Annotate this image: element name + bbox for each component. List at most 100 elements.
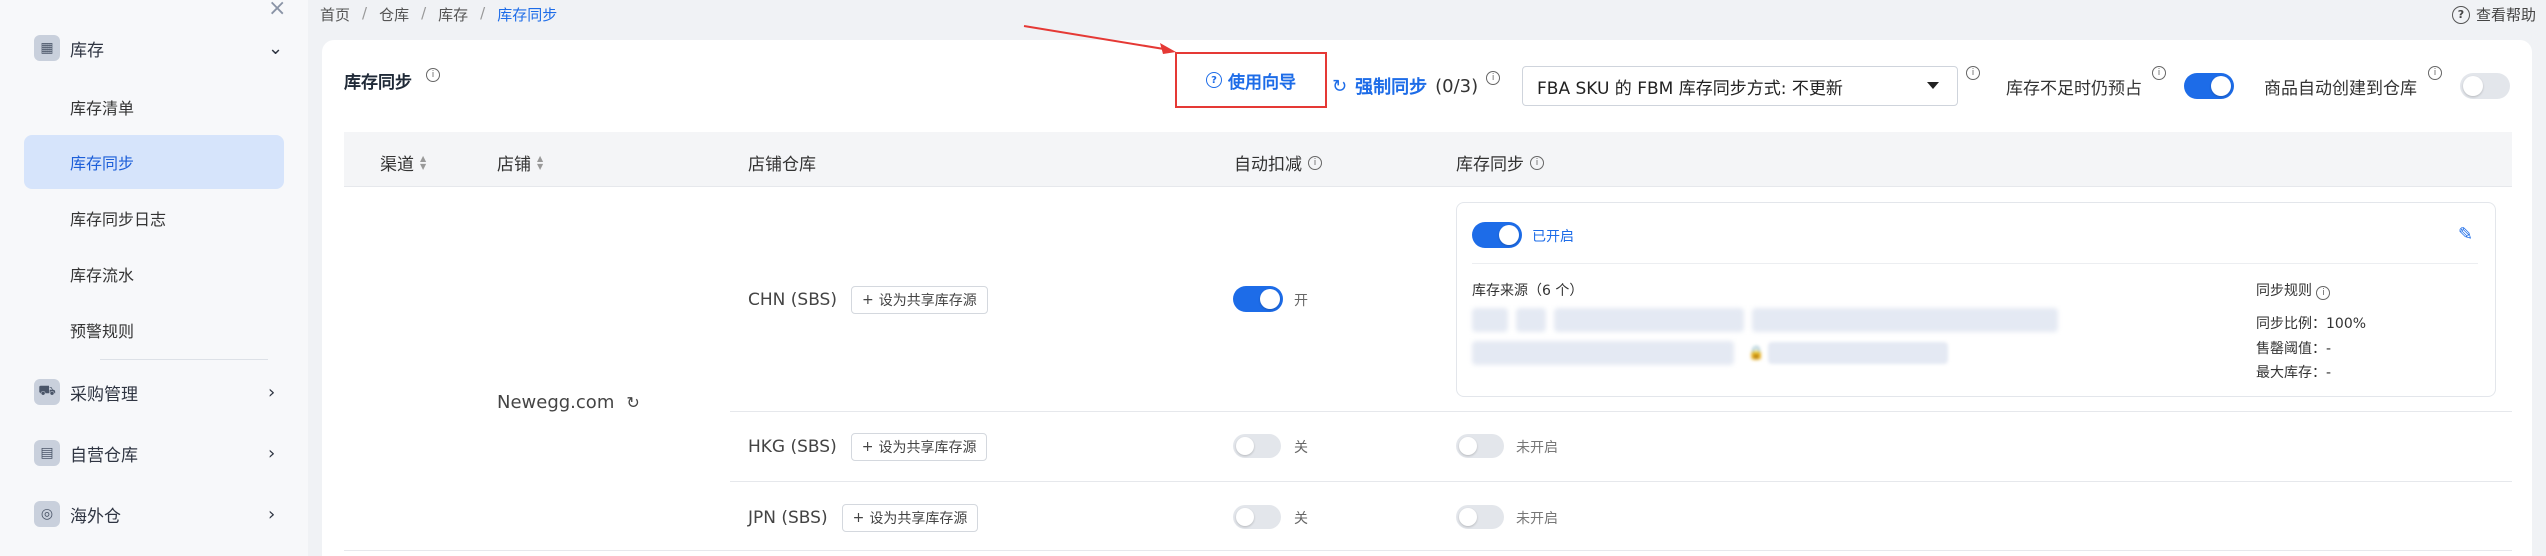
column-channel[interactable]: 渠道 ▲ ▼: [380, 150, 426, 175]
column-store-warehouse: 店铺仓库: [748, 150, 816, 175]
breadcrumb-separator: /: [480, 4, 486, 22]
preoccupy-toggle[interactable]: [2184, 73, 2234, 99]
column-auto-deduct: 自动扣减 i: [1234, 150, 1322, 175]
sidebar-item-label: 库存同步日志: [70, 210, 167, 229]
table-row-jpn: JPN (SBS) + 设为共享库存源: [748, 504, 979, 532]
breadcrumb: 首页 / 仓库 / 库存 / 库存同步: [320, 4, 557, 25]
info-icon[interactable]: i: [426, 68, 440, 82]
set-shared-source-button[interactable]: + 设为共享库存源: [850, 433, 988, 461]
caret-down-icon: [1927, 82, 1939, 89]
store-cell: Newegg.com ↻: [497, 392, 640, 413]
plus-icon: +: [861, 292, 874, 308]
force-sync-count: (0/3): [1435, 75, 1479, 97]
sidebar-group-own-warehouse[interactable]: ▤ 自营仓库 ›: [0, 433, 308, 473]
preoccupy-label: 库存不足时仍预占: [2006, 79, 2142, 99]
source-chip: [1554, 308, 1744, 332]
purchase-cart-icon: ⛟: [34, 379, 60, 405]
column-label: 店铺仓库: [748, 155, 816, 175]
edit-icon[interactable]: ✎: [2458, 224, 2473, 245]
sidebar: × ▦ 库存 ⌄ 库存清单 库存同步 库存同步日志 库存流水 预警规则 ⛟ 采购…: [0, 0, 308, 556]
sidebar-item-label: 预警规则: [70, 322, 135, 341]
chevron-right-icon: ›: [268, 503, 276, 525]
sync-card: [1456, 202, 2496, 397]
column-label: 库存同步: [1456, 155, 1524, 175]
sidebar-item-label: 库存清单: [70, 99, 135, 118]
max-inventory: 最大库存：-: [2256, 365, 2332, 381]
rules-title: 同步规则: [2256, 283, 2312, 299]
sidebar-group-purchase[interactable]: ⛟ 采购管理 ›: [0, 372, 308, 412]
help-label: 查看帮助: [2475, 6, 2536, 24]
sync-toggle[interactable]: [1456, 434, 1504, 458]
sync-state: 未开启: [1516, 511, 1558, 527]
sidebar-group-label: 自营仓库: [70, 445, 138, 466]
sync-rules-title: 同步规则 i: [2256, 280, 2331, 300]
share-label: 设为共享库存源: [878, 440, 977, 456]
breadcrumb-inventory[interactable]: 库存: [438, 4, 468, 25]
sort-icon[interactable]: ▲ ▼: [420, 154, 426, 171]
sidebar-item-inventory-flow[interactable]: 库存流水: [24, 247, 284, 301]
force-sync-button[interactable]: ↻ 强制同步 (0/3) i: [1332, 71, 1501, 99]
auto-create-toggle[interactable]: [2460, 73, 2510, 99]
share-label: 设为共享库存源: [878, 293, 977, 309]
sellout-threshold: 售罄阈值：-: [2256, 341, 2332, 357]
table-header: 渠道 ▲ ▼ 店铺 ▲ ▼ 店铺仓库 自动扣减 i 库存同步 i: [344, 132, 2512, 187]
auto-deduct-toggle[interactable]: [1233, 434, 1281, 458]
fba-sync-method-select[interactable]: FBA SKU 的 FBM 库存同步方式: 不更新: [1522, 66, 1958, 106]
auto-deduct-state: 开: [1294, 293, 1308, 309]
sidebar-item-sync-log[interactable]: 库存同步日志: [24, 191, 284, 245]
source-chip-locked: 🔒: [1748, 340, 1949, 366]
force-sync-label: 强制同步: [1355, 77, 1428, 98]
row-divider: [730, 481, 2512, 482]
close-icon[interactable]: ×: [268, 0, 286, 20]
info-icon[interactable]: i: [1308, 155, 1322, 170]
info-icon[interactable]: i: [1530, 155, 1544, 170]
info-icon[interactable]: i: [1486, 71, 1501, 85]
plus-icon: +: [852, 510, 865, 526]
info-icon[interactable]: i: [2316, 286, 2331, 300]
lock-icon: 🔒: [1748, 345, 1765, 361]
row-divider: [730, 411, 2512, 412]
question-icon: ?: [1206, 72, 1222, 88]
help-link[interactable]: ? 查看帮助: [2451, 4, 2536, 25]
column-store[interactable]: 店铺 ▲ ▼: [497, 150, 543, 175]
sidebar-item-alert-rules[interactable]: 预警规则: [24, 303, 284, 357]
info-icon[interactable]: i: [1966, 66, 1980, 80]
table-row-chn: CHN (SBS) + 设为共享库存源: [748, 286, 988, 314]
source-title: 库存来源（6 个）: [1472, 283, 1584, 299]
column-label: 店铺: [497, 155, 531, 175]
source-chip: [1752, 308, 2058, 332]
sidebar-group-label: 海外仓: [70, 506, 121, 527]
sidebar-item-inventory-sync[interactable]: 库存同步: [24, 135, 284, 189]
info-icon[interactable]: i: [2152, 66, 2166, 80]
set-shared-source-button[interactable]: + 设为共享库存源: [850, 286, 988, 314]
sync-toggle[interactable]: [1472, 222, 1522, 248]
own-warehouse-icon: ▤: [34, 440, 60, 466]
guide-button[interactable]: ? 使用向导: [1175, 52, 1327, 108]
breadcrumb-warehouse[interactable]: 仓库: [379, 4, 409, 25]
sidebar-divider: [100, 359, 268, 360]
breadcrumb-separator: /: [362, 4, 368, 22]
sidebar-group-inventory[interactable]: ▦ 库存 ⌄: [0, 28, 308, 68]
guide-label: 使用向导: [1228, 72, 1296, 93]
auto-deduct-toggle[interactable]: [1233, 286, 1283, 312]
sidebar-group-overseas[interactable]: ◎ 海外仓 ›: [0, 494, 308, 534]
sync-state: 已开启: [1532, 229, 1574, 245]
info-icon[interactable]: i: [2428, 66, 2442, 80]
refresh-icon: ↻: [1332, 75, 1348, 97]
column-label: 自动扣减: [1234, 155, 1302, 175]
column-label: 渠道: [380, 155, 414, 175]
refresh-icon[interactable]: ↻: [626, 393, 639, 412]
sync-toggle[interactable]: [1456, 505, 1504, 529]
sidebar-group-label: 库存: [70, 40, 104, 61]
breadcrumb-home[interactable]: 首页: [320, 4, 350, 25]
annotation-arrow: [1023, 25, 1176, 54]
set-shared-source-button[interactable]: + 设为共享库存源: [841, 504, 979, 532]
sort-icon[interactable]: ▲ ▼: [537, 154, 543, 171]
sync-state: 未开启: [1516, 440, 1558, 456]
sidebar-item-inventory-list[interactable]: 库存清单: [24, 80, 284, 134]
chevron-right-icon: ›: [268, 442, 276, 464]
auto-deduct-toggle[interactable]: [1233, 505, 1281, 529]
chevron-down-icon: ⌄: [268, 37, 284, 59]
sync-ratio: 同步比例：100%: [2256, 316, 2367, 332]
chevron-right-icon: ›: [268, 381, 276, 403]
